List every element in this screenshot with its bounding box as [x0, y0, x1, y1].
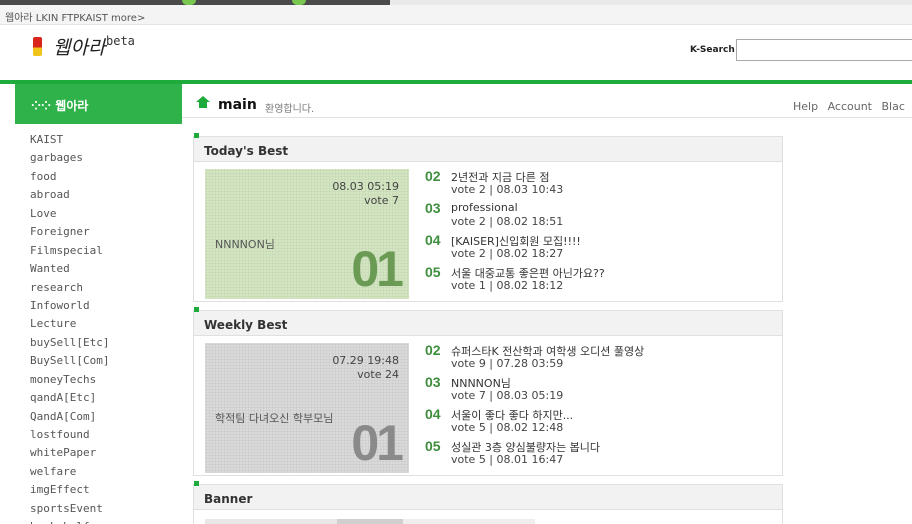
rank-number: 05	[425, 438, 441, 454]
site-logo[interactable]: 웹아라	[53, 33, 105, 60]
rank-number: 03	[425, 374, 441, 390]
sidebar-item[interactable]: research	[30, 279, 109, 297]
sidebar-item[interactable]: Wanted	[30, 260, 109, 278]
panel-header: Weekly Best	[194, 307, 782, 336]
dots-icon: ⁘⁘	[31, 99, 52, 113]
featured-date: 07.29 19:48	[332, 354, 399, 367]
page-title: main	[218, 97, 257, 113]
featured-rank: 01	[351, 241, 404, 297]
panel-marker	[194, 481, 199, 486]
sidebar-item[interactable]: moneyTechs	[30, 371, 109, 389]
post-meta: vote 2 | 08.02 18:27	[451, 247, 564, 260]
featured-author: NNNNON님	[215, 238, 275, 251]
banner-panel: Banner	[193, 481, 783, 524]
post-title[interactable]: professional	[451, 201, 518, 214]
site-links[interactable]: 웹아라 LKIN FTPKAIST more>	[5, 9, 145, 24]
featured-date: 08.03 05:19	[332, 180, 399, 193]
search-input[interactable]	[736, 39, 912, 61]
post-meta: vote 7 | 08.03 05:19	[451, 389, 564, 402]
site-links-bar: 웹아라 LKIN FTPKAIST more>	[0, 5, 912, 25]
rank-number: 02	[425, 342, 441, 358]
sidebar-item[interactable]: BuySell[Com]	[30, 352, 109, 370]
logo-icon[interactable]	[33, 37, 42, 56]
sidebar-item[interactable]: Foreigner	[30, 223, 109, 241]
sidebar-title-label: 웹아라	[55, 99, 89, 113]
blacklist-link[interactable]: Blac	[882, 100, 905, 113]
sidebar-item[interactable]: buySell[Etc]	[30, 334, 109, 352]
sidebar-item[interactable]: qandA[Etc]	[30, 389, 109, 407]
sidebar-item[interactable]: QandA[Com]	[30, 408, 109, 426]
featured-vote: vote 24	[357, 368, 399, 381]
weekly-best-panel: Weekly Best 07.29 19:48 vote 24 학적팀 다녀오신…	[193, 307, 783, 476]
sidebar-item[interactable]: lostfound	[30, 426, 109, 444]
post-meta: vote 1 | 08.02 18:12	[451, 279, 564, 292]
post-meta: vote 2 | 08.03 10:43	[451, 183, 564, 196]
featured-rank: 01	[351, 415, 404, 471]
post-meta: vote 5 | 08.01 16:47	[451, 453, 564, 466]
top-links: Help Account Blac	[793, 100, 911, 113]
panel-title: Banner	[204, 492, 253, 506]
sidebar-item[interactable]: Infoworld	[30, 297, 109, 315]
sidebar-item[interactable]: KAIST	[30, 131, 109, 149]
sidebar-item[interactable]: imgEffect	[30, 481, 109, 499]
welcome-text: 환영합니다.	[265, 104, 315, 115]
home-icon[interactable]	[196, 96, 210, 108]
panel-title: Weekly Best	[204, 318, 288, 332]
sidebar-item[interactable]: abroad	[30, 186, 109, 204]
banner-image[interactable]	[205, 519, 535, 524]
post-meta: vote 2 | 08.02 18:51	[451, 215, 564, 228]
post-meta: vote 9 | 07.28 03:59	[451, 357, 564, 370]
account-link[interactable]: Account	[828, 100, 872, 113]
panel-title: Today's Best	[204, 144, 289, 158]
sidebar-item[interactable]: Lecture	[30, 315, 109, 333]
sidebar-item[interactable]: garbages	[30, 149, 109, 167]
sidebar-item[interactable]: bookshelf	[30, 518, 109, 524]
panel-marker	[194, 307, 199, 312]
rank-number: 04	[425, 406, 441, 422]
sidebar-header[interactable]: ⁘⁘ 웹아라	[15, 84, 182, 124]
rank-number: 03	[425, 200, 441, 216]
sidebar-item[interactable]: sportsEvent	[30, 500, 109, 518]
rank-number: 04	[425, 232, 441, 248]
panel-marker	[194, 133, 199, 138]
featured-post[interactable]: 08.03 05:19 vote 7 NNNNON님 01	[205, 169, 409, 299]
featured-vote: vote 7	[364, 194, 399, 207]
logo-beta-label: beta	[106, 34, 135, 48]
sidebar-item[interactable]: welfare	[30, 463, 109, 481]
post-meta: vote 5 | 08.02 12:48	[451, 421, 564, 434]
help-link[interactable]: Help	[793, 100, 818, 113]
panel-header: Today's Best	[194, 133, 782, 162]
featured-post[interactable]: 07.29 19:48 vote 24 학적팀 다녀오신 학부모님 01	[205, 343, 409, 473]
todays-best-panel: Today's Best 08.03 05:19 vote 7 NNNNON님 …	[193, 133, 783, 302]
board-list: KAIST garbages food abroad Love Foreigner Film…	[30, 131, 109, 524]
panel-header: Banner	[194, 481, 782, 510]
rank-number: 05	[425, 264, 441, 280]
search-label: K-Search	[690, 45, 735, 55]
featured-author: 학적팀 다녀오신 학부모님	[215, 412, 334, 425]
sidebar-item[interactable]: Love	[30, 205, 109, 223]
sidebar-item[interactable]: food	[30, 168, 109, 186]
sidebar-item[interactable]: Filmspecial	[30, 242, 109, 260]
sidebar-title: ⁘⁘ 웹아라	[31, 97, 88, 114]
sidebar-item[interactable]: whitePaper	[30, 444, 109, 462]
rank-number: 02	[425, 168, 441, 184]
